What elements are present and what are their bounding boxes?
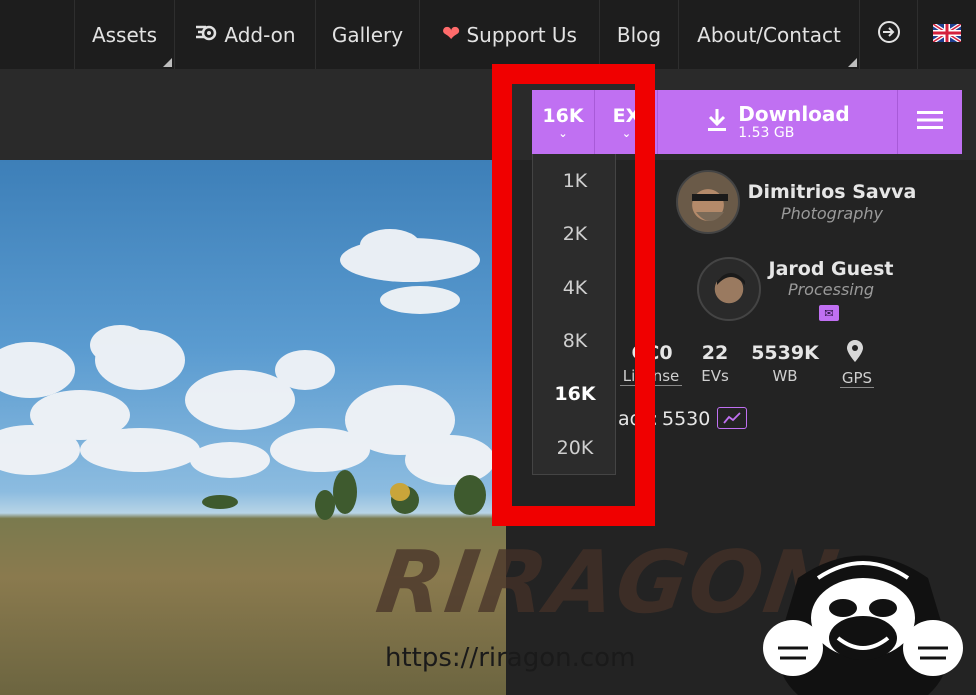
hamburger-icon (917, 111, 943, 133)
nav-about-contact[interactable]: About/Contact (678, 0, 859, 69)
download-button[interactable]: Download 1.53 GB (659, 90, 897, 154)
evs-value: 22 (701, 342, 729, 364)
map-pin-icon[interactable] (847, 340, 863, 367)
heart-icon: ❤ (442, 22, 461, 47)
download-icon (706, 107, 728, 137)
nav-about-contact-label: About/Contact (697, 22, 841, 47)
author-name[interactable]: Jarod Guest (765, 258, 897, 280)
nav-addon-label: Add-on (224, 22, 296, 47)
annotation-highlight-box (492, 64, 655, 526)
nav-addon[interactable]: Add-on (174, 0, 315, 69)
email-icon[interactable]: ✉ (819, 305, 839, 321)
nav-support-us[interactable]: ❤ Support Us (419, 0, 599, 69)
more-options-button[interactable] (897, 90, 962, 154)
author-avatar[interactable] (676, 170, 740, 234)
download-label: Download (738, 102, 850, 126)
language-selector[interactable] (917, 0, 976, 69)
submenu-corner-indicator (163, 58, 172, 67)
uk-flag-icon (931, 21, 963, 47)
author-role: Photography (781, 204, 883, 223)
login-button[interactable] (859, 0, 917, 69)
author-role: Processing (787, 280, 875, 299)
gps-label[interactable]: GPS (840, 369, 874, 388)
downloads-count: 5530 (662, 408, 711, 430)
trend-chart-icon[interactable] (717, 407, 747, 429)
nav-gallery-label: Gallery (331, 22, 404, 47)
download-text: Download 1.53 GB (738, 104, 849, 140)
nav-blog-label: Blog (616, 22, 662, 47)
nav-blog[interactable]: Blog (599, 0, 678, 69)
author-avatar[interactable] (697, 257, 761, 321)
nav-gallery[interactable]: Gallery (315, 0, 419, 69)
wb-value: 5539K (751, 342, 819, 364)
evs-label: EVs (701, 367, 729, 385)
nav-assets[interactable]: Assets (74, 0, 174, 69)
gorilla-logo-icon (758, 538, 968, 695)
top-navigation: Assets Add-on Gallery ❤ Support Us Blog … (0, 0, 976, 69)
nav-assets-label: Assets (91, 22, 158, 47)
nav-support-us-label: Support Us (466, 22, 577, 47)
blender-icon (194, 21, 218, 48)
download-size: 1.53 GB (738, 125, 795, 141)
watermark-url: https://riragon.com (385, 643, 636, 673)
submenu-corner-indicator (848, 58, 857, 67)
author-name[interactable]: Dimitrios Savva (747, 181, 917, 203)
login-icon (876, 19, 902, 50)
wb-label: WB (772, 367, 798, 385)
